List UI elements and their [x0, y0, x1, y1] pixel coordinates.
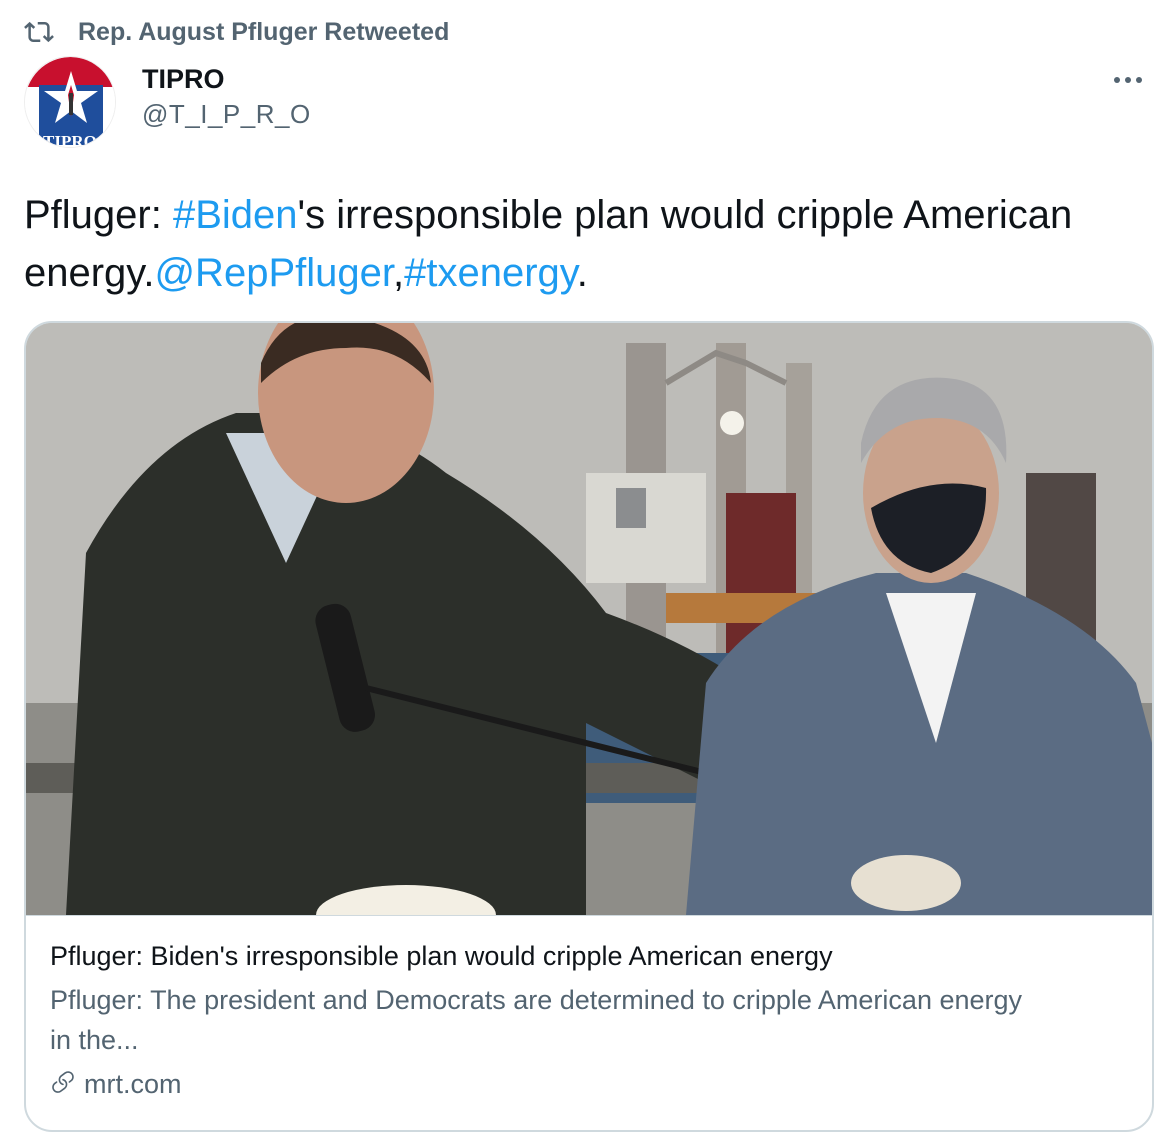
more-icon [1113, 71, 1143, 89]
link-icon [50, 1069, 76, 1100]
avatar[interactable]: TIPRO [24, 56, 116, 148]
card-image[interactable] [26, 323, 1152, 915]
more-options-button[interactable] [1108, 70, 1148, 90]
avatar-logo-text: TIPRO [43, 132, 97, 148]
social-context[interactable]: Rep. August Pfluger Retweeted [22, 14, 449, 50]
card-title[interactable]: Pfluger: Biden's irresponsible plan woul… [50, 938, 1128, 974]
tweet-header: TIPRO TIPRO @T_I_P_R_O [24, 56, 1152, 160]
link-card[interactable]: Pfluger: Biden's irresponsible plan woul… [24, 321, 1154, 1132]
tweet-text: Pfluger: #Biden's irresponsible plan wou… [24, 186, 1144, 302]
card-domain[interactable]: mrt.com [84, 1066, 182, 1102]
tweet-text-segment: . [576, 251, 588, 295]
tweet-text-segment: , [392, 251, 405, 295]
retweet-icon [22, 15, 62, 49]
card-domain-row[interactable]: mrt.com [50, 1066, 1128, 1102]
hashtag-link[interactable]: #txenergy [404, 251, 577, 295]
card-meta[interactable]: Pfluger: Biden's irresponsible plan woul… [26, 915, 1152, 1130]
tweet-text-segment: Pfluger: [24, 193, 173, 237]
retweeted-by-label[interactable]: Rep. August Pfluger Retweeted [78, 18, 449, 47]
card-description: Pfluger: The president and Democrats are… [50, 985, 1023, 1055]
mention-link[interactable]: @RepPfluger [154, 251, 393, 295]
author-display-name[interactable]: TIPRO [142, 62, 311, 96]
author-handle[interactable]: @T_I_P_R_O [142, 96, 311, 132]
hashtag-link[interactable]: #Biden [173, 193, 298, 237]
